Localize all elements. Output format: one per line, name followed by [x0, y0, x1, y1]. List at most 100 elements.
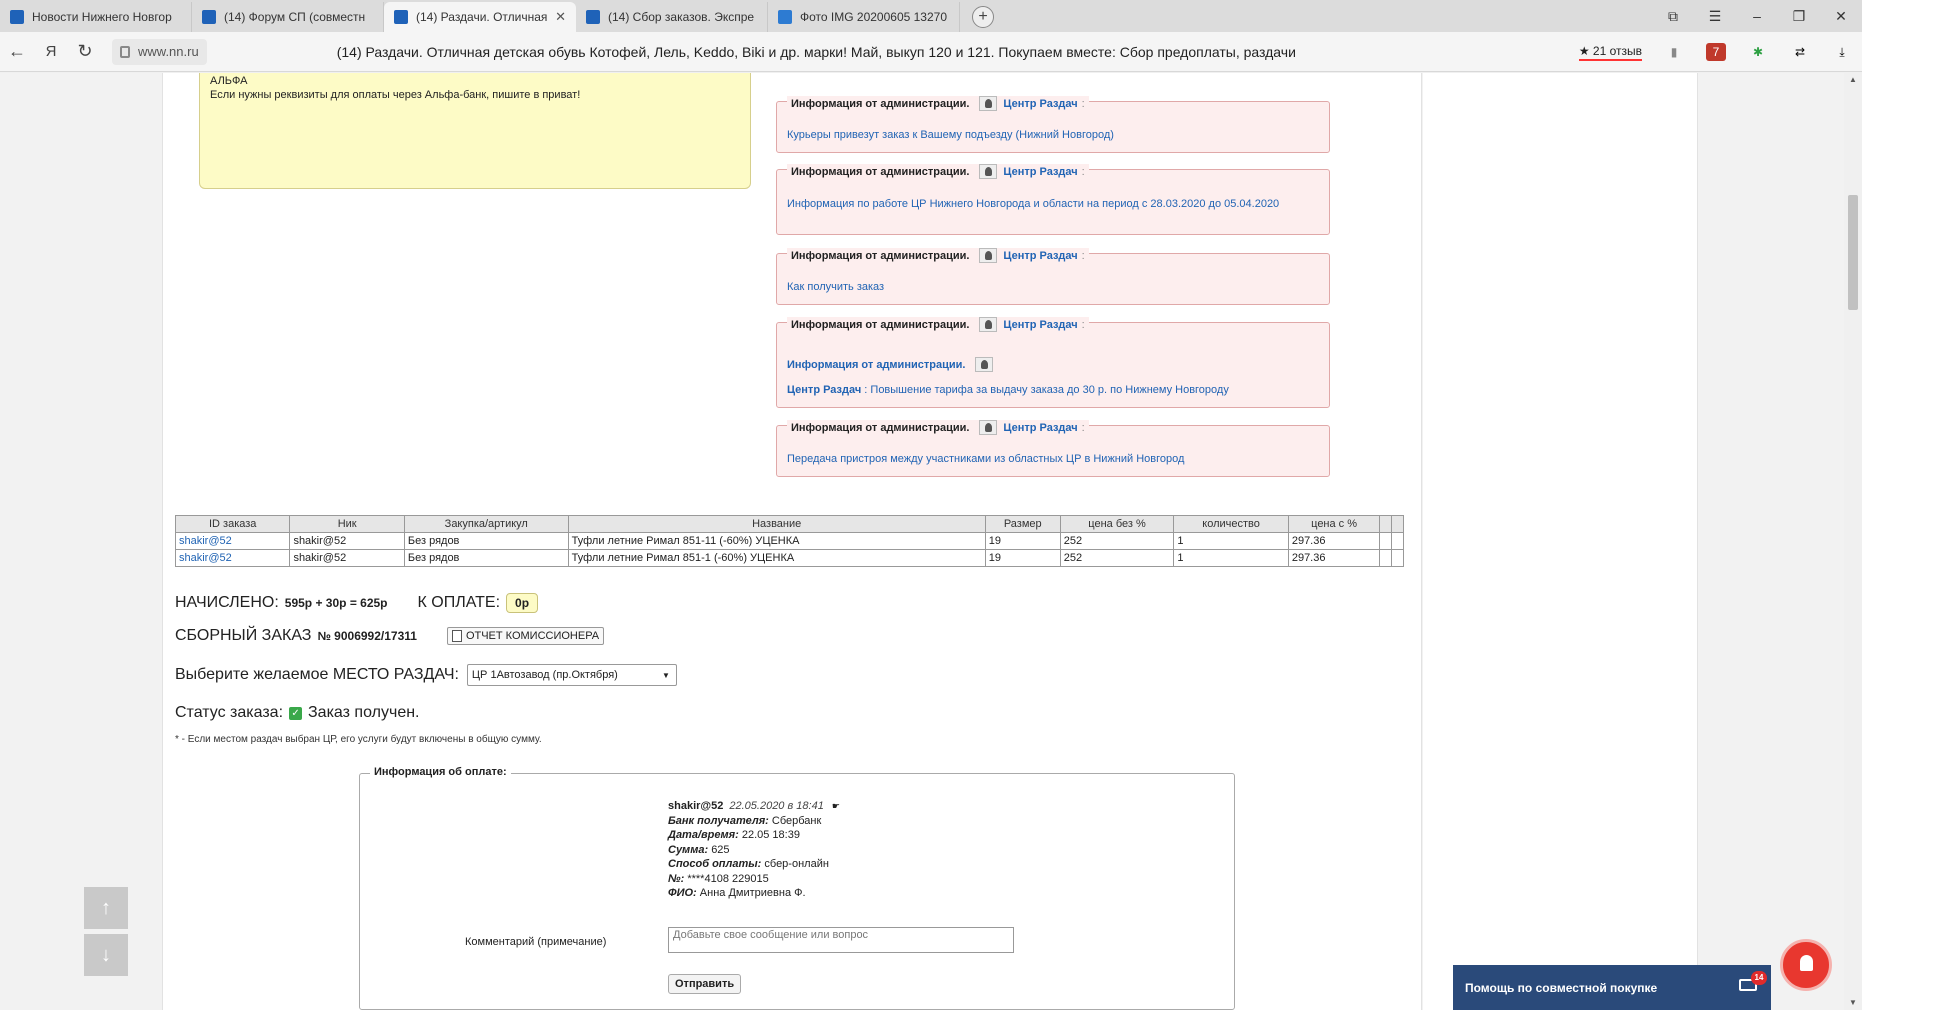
- admin-header-text: Информация от администрации.: [787, 358, 966, 371]
- domain-text: www.nn.ru: [138, 44, 199, 59]
- tab-distribution[interactable]: (14) Раздачи. Отличная ✕: [384, 2, 576, 32]
- admin-name-link[interactable]: Центр Раздач: [787, 384, 861, 396]
- reload-icon[interactable]: ↻: [68, 41, 102, 62]
- admin-message-link[interactable]: Передача пристроя между участниками из о…: [787, 452, 1184, 466]
- field-value: сбер-онлайн: [764, 858, 829, 870]
- bookmark-icon[interactable]: ▮: [1664, 43, 1684, 61]
- field-label: Сумма:: [668, 843, 709, 856]
- colorful-extension-icon[interactable]: ✱: [1748, 43, 1768, 61]
- separator: :: [1081, 318, 1085, 331]
- field-label: №:: [668, 872, 685, 885]
- tab-orders[interactable]: (14) Сбор заказов. Экспре: [576, 2, 768, 32]
- admin-message-link[interactable]: Повышение тарифа за выдачу заказа до 30 …: [870, 384, 1228, 396]
- admin-message-link[interactable]: Как получить заказ: [787, 280, 884, 294]
- table-cell: 297.36: [1287, 532, 1381, 550]
- tab-photo[interactable]: Фото IMG 20200605 13270: [768, 2, 960, 32]
- comment-input[interactable]: Добавьте свое сообщение или вопрос: [668, 927, 1014, 953]
- payment-field: ФИО: Анна Дмитриевна Ф.: [668, 886, 840, 901]
- admin-message-link[interactable]: Курьеры привезут заказ к Вашему подъезду…: [787, 128, 1114, 142]
- scroll-down-button[interactable]: ↓: [84, 934, 128, 976]
- translate-icon[interactable]: ⇄: [1790, 43, 1810, 61]
- admin-header-text: Информация от администрации.: [791, 97, 970, 110]
- bell-icon[interactable]: [1780, 939, 1832, 991]
- status-label: Статус заказа:: [175, 704, 284, 721]
- admin-message-link[interactable]: Информация по работе ЦР Нижнего Новгород…: [787, 197, 1307, 211]
- separator: :: [1081, 97, 1085, 110]
- close-window-icon[interactable]: ✕: [1820, 8, 1862, 25]
- table-cell: 19: [984, 532, 1061, 550]
- table-cell: 297.36: [1287, 549, 1381, 567]
- column-header: Название: [567, 515, 986, 533]
- favicon-icon: [394, 10, 408, 24]
- place-line: Выберите желаемое МЕСТО РАЗДАЧ: ЦР 1Авто…: [175, 664, 677, 686]
- menu-icon[interactable]: ☰: [1694, 8, 1736, 25]
- tab-label: (14) Раздачи. Отличная: [416, 10, 548, 24]
- payment-field: Дата/время: 22.05 18:39: [668, 828, 840, 843]
- back-arrow-icon[interactable]: ←: [0, 41, 34, 62]
- scroll-up-arrow-icon[interactable]: ▲: [1849, 75, 1857, 84]
- yandex-icon[interactable]: Я: [34, 43, 68, 60]
- new-tab-button[interactable]: +: [972, 6, 994, 28]
- payment-header: shakir@52 22.05.2020 в 18:41 ☛: [668, 799, 840, 814]
- restore-icon[interactable]: ❐: [1778, 8, 1820, 25]
- column-header: количество: [1173, 515, 1289, 533]
- field-label: Способ оплаты:: [668, 858, 762, 870]
- admin-name-link[interactable]: Центр Раздач: [1003, 98, 1077, 110]
- field-value: ****4108 229015: [687, 872, 769, 885]
- download-icon[interactable]: ⤓: [1832, 43, 1852, 61]
- admin-message: Информация от администрации. Центр Раздач…: [776, 317, 1330, 408]
- place-select-value: ЦР 1Автозавод (пр.Октября): [471, 669, 618, 681]
- status-value: Заказ получен.: [308, 704, 420, 721]
- minimize-icon[interactable]: –: [1736, 8, 1778, 24]
- scrollbar[interactable]: ▲ ▼: [1844, 73, 1862, 1010]
- place-select[interactable]: ЦР 1Автозавод (пр.Октября) ▼: [466, 664, 677, 686]
- column-header: Размер: [984, 515, 1061, 533]
- topay-value: 0р: [506, 593, 539, 613]
- tab-forum[interactable]: (14) Форум СП (совместн: [192, 2, 384, 32]
- admin-message: Информация от администрации. Центр Раздач…: [776, 96, 1330, 153]
- checkmark-icon: ✓: [289, 706, 303, 720]
- tabs-list-icon[interactable]: ⧉: [1652, 8, 1694, 25]
- extension-icon[interactable]: 7: [1706, 43, 1726, 61]
- order-id-link[interactable]: shakir@52: [174, 532, 291, 550]
- scroll-down-arrow-icon[interactable]: ▼: [1849, 998, 1857, 1007]
- table-cell: 252: [1059, 532, 1175, 550]
- report-button-label: ОТЧЕТ КОМИССИОНЕРА: [465, 630, 600, 642]
- table-cell: shakir@52: [289, 532, 405, 550]
- column-header: Закупка/артикул: [403, 515, 569, 533]
- send-button[interactable]: Отправить: [668, 974, 742, 994]
- comment-label: Комментарий (примечание): [465, 936, 607, 948]
- orders-table: ID заказа Ник Закупка/артикул Название Р…: [174, 515, 1404, 567]
- column-header: Ник: [289, 515, 405, 533]
- page-viewport: АЛЬФА Если нужны реквизиты для оплаты че…: [0, 73, 1862, 1010]
- admin-name-link[interactable]: Центр Раздач: [1003, 166, 1077, 178]
- window-controls: ⧉ ☰ – ❐ ✕: [1652, 0, 1862, 32]
- admin-name-link[interactable]: Центр Раздач: [1003, 422, 1077, 434]
- help-widget[interactable]: Помощь по совместной покупке 14: [1453, 965, 1771, 1010]
- page-title: (14) Раздачи. Отличная детская обувь Кот…: [336, 43, 1296, 60]
- table-cell: [1379, 549, 1393, 567]
- payment-user: shakir@52: [668, 800, 724, 812]
- dropdown-arrow-icon: ▼: [662, 670, 670, 680]
- scroll-up-button[interactable]: ↑: [84, 887, 128, 929]
- close-icon[interactable]: ✕: [555, 9, 566, 25]
- table-cell: 1: [1173, 532, 1289, 550]
- admin-name-link[interactable]: Центр Раздач: [1003, 319, 1077, 331]
- admin-name-link[interactable]: Центр Раздач: [1003, 250, 1077, 262]
- admin-message: Информация от администрации. Центр Раздач…: [776, 164, 1330, 235]
- avatar-icon: [979, 317, 998, 332]
- charged-value: 595р + 30р = 625р: [284, 596, 388, 610]
- nested-admin-header: Информация от администрации.: [787, 357, 999, 372]
- scrollbar-thumb[interactable]: [1848, 195, 1858, 310]
- order-id-link[interactable]: shakir@52: [174, 549, 291, 567]
- admin-message-line: Центр Раздач : Повышение тарифа за выдач…: [787, 383, 1229, 397]
- tab-news[interactable]: Новости Нижнего Новгор: [0, 2, 192, 32]
- url-field[interactable]: www.nn.ru: [112, 38, 207, 65]
- admin-header-text: Информация от администрации.: [791, 165, 970, 178]
- report-button[interactable]: ОТЧЕТ КОМИССИОНЕРА: [446, 627, 605, 645]
- column-header: ID заказа: [174, 515, 291, 533]
- note-line: Если нужны реквизиты для оплаты через Ал…: [210, 89, 581, 101]
- note-line: АЛЬФА: [210, 75, 248, 87]
- payment-note: АЛЬФА Если нужны реквизиты для оплаты че…: [199, 73, 751, 189]
- reviews-badge[interactable]: ★ 21 отзыв: [1578, 44, 1642, 61]
